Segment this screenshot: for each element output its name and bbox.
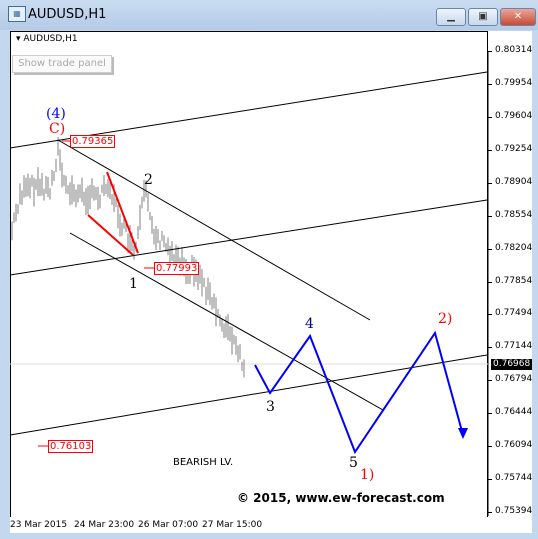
channel-line-middle xyxy=(9,199,488,276)
red-trendline xyxy=(106,171,139,254)
arrow-down-icon xyxy=(458,428,468,439)
wave-label: C) xyxy=(49,121,66,137)
projection-path xyxy=(254,330,464,455)
price-marker: 0.76103 xyxy=(48,440,94,453)
symbol-text: AUDUSD,H1 xyxy=(23,34,78,44)
copyright-text: © 2015, www.ew-forecast.com xyxy=(237,491,445,505)
wave-label: 4 xyxy=(305,316,314,332)
show-trade-panel-button[interactable]: Show trade panel xyxy=(12,55,112,73)
price-marker: 0.79365 xyxy=(70,135,116,148)
symbol-label: ▾ AUDUSD,H1 xyxy=(16,34,78,44)
wave-label: 3 xyxy=(266,399,275,415)
wave-label: 5 xyxy=(349,455,358,471)
chart-drawing xyxy=(9,51,489,516)
annotation-text: BEARISH LV. xyxy=(173,457,234,468)
channel-line-bottom xyxy=(9,354,488,436)
wave-label: 1) xyxy=(360,467,375,483)
wave-label: 2) xyxy=(438,311,453,327)
wave-label: 1 xyxy=(129,276,138,292)
wave-label: 2 xyxy=(144,172,153,188)
down-channel-lower xyxy=(69,232,384,411)
price-marker: 0.77993 xyxy=(154,262,200,275)
wave-label: (4) xyxy=(46,106,66,122)
